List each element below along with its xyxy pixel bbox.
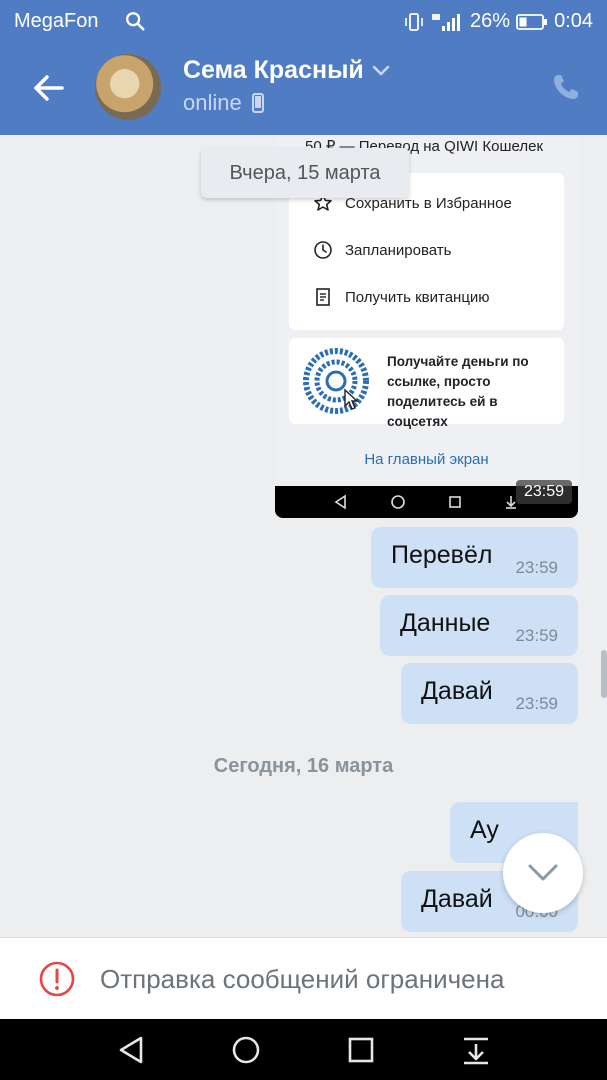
signal-icon [432,13,461,31]
receipt-icon [316,288,330,306]
message-time: 23:59 [515,558,558,577]
message-bubble[interactable]: Давай 23:59 [401,663,578,724]
home-circle-icon [391,495,405,509]
message-bubble[interactable]: Данные 23:59 [380,595,578,656]
clock-icon [314,241,332,259]
nav-recents-icon[interactable] [345,1034,377,1066]
message-text: Данные [400,609,491,637]
action-label: Запланировать [345,241,452,259]
back-triangle-icon [334,494,346,510]
system-nav-bar [0,1019,607,1080]
message-bubble[interactable]: Перевёл 23:59 [371,527,578,588]
nav-notifications-icon[interactable] [460,1034,492,1066]
message-text: Ау [470,816,499,844]
mobile-icon [251,93,264,113]
attachment-time: 23:59 [515,480,572,504]
status-right: 26% 0:04 [404,10,593,33]
scrollbar-thumb[interactable] [601,650,607,698]
status-bar: MegaFon 26% 0:04 [0,0,607,42]
battery-icon [516,13,548,30]
warning-icon [39,961,75,997]
chevron-down-icon[interactable] [372,65,390,77]
message-text: Давай [421,677,493,705]
promo-text: Получайте деньги по ссылке, просто подел… [387,354,529,429]
app-bar: MegaFon 26% 0:04 Сема Красный online [0,0,607,135]
search-icon [126,12,145,31]
promo-card: Получайте деньги по ссылке, просто подел… [289,338,564,429]
contact-name-row[interactable]: Сема Красный [183,56,390,85]
carrier-name: MegaFon [14,10,99,32]
restriction-banner: Отправка сообщений ограничена [0,937,607,1019]
message-time: 23:59 [515,626,558,645]
chat-header: Сема Красный online [0,42,607,135]
message-list[interactable]: 50 ₽ — Перевод на QIWI Кошелек Сохранить… [0,135,607,937]
date-separator: Сегодня, 16 марта [213,755,394,777]
restriction-text: Отправка сообщений ограничена [100,964,505,994]
date-floating-chip: Вчера, 15 марта [201,148,409,198]
contact-name[interactable]: Сема Красный [183,56,364,85]
chevron-down-icon [528,864,558,881]
action-receipt: Получить квитанцию [313,287,490,307]
message-time: 23:59 [515,694,558,713]
scroll-to-bottom-button[interactable] [503,833,583,913]
clock: 0:04 [554,10,593,32]
home-screen-link: На главный экран [364,451,489,468]
back-arrow-icon[interactable] [28,68,68,108]
avatar[interactable] [95,54,161,120]
presence-label: online [183,90,242,115]
phone-call-icon[interactable] [551,72,581,102]
vibrate-icon [405,12,423,31]
action-schedule: Запланировать [313,240,451,260]
recents-square-icon [449,496,461,508]
nav-home-icon[interactable] [230,1034,262,1066]
message-text: Перевёл [391,541,493,569]
presence-status: online [183,90,264,116]
battery-percent: 26% [470,10,511,32]
nav-back-icon[interactable] [115,1034,147,1066]
message-text: Давай [421,885,493,913]
qiwi-link-spiral-icon [303,348,369,414]
action-label: Получить квитанцию [345,288,490,306]
